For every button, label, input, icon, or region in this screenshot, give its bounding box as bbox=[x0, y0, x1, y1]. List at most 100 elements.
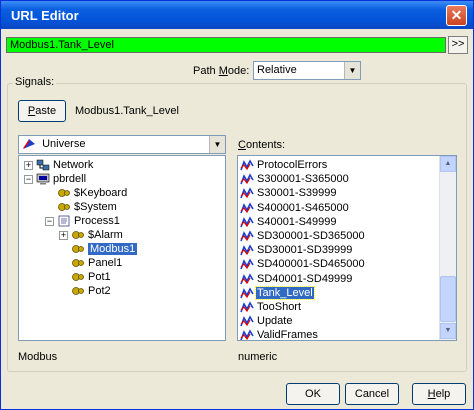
contents-item[interactable]: SD400001-SD465000 bbox=[240, 257, 366, 271]
signals-group-label: Signals: bbox=[13, 76, 57, 88]
signal-icon bbox=[240, 202, 254, 214]
contents-item-label: SD400001-SD465000 bbox=[257, 258, 365, 271]
signal-icon bbox=[240, 244, 254, 256]
gear-icon bbox=[57, 187, 71, 199]
title-bar[interactable]: URL Editor ✕ bbox=[1, 1, 473, 29]
contents-item-label: SD30001-SD39999 bbox=[257, 244, 353, 257]
help-button[interactable]: Help bbox=[412, 383, 466, 405]
contents-item-label: Update bbox=[257, 315, 293, 328]
tree-item-label: $Keyboard bbox=[74, 187, 128, 199]
contents-item[interactable]: S30001-S39999 bbox=[240, 186, 338, 200]
collapse-icon[interactable]: − bbox=[24, 175, 33, 184]
ok-button[interactable]: OK bbox=[286, 383, 340, 405]
contents-status: numeric bbox=[238, 351, 278, 363]
tree-item-pbrdell[interactable]: pbrdell bbox=[36, 172, 86, 186]
contents-item[interactable]: S400001-S465000 bbox=[240, 201, 350, 215]
tree-item-modbus1[interactable]: Modbus1 bbox=[71, 242, 138, 256]
cancel-button[interactable]: Cancel bbox=[345, 383, 399, 405]
path-mode-label: Path Mode: bbox=[193, 65, 250, 77]
contents-item-label: S30001-S39999 bbox=[257, 187, 337, 200]
tree-item-label: Network bbox=[53, 159, 94, 171]
tree-item-label: pbrdell bbox=[53, 173, 87, 185]
signal-icon bbox=[240, 315, 254, 327]
tree-item-network[interactable]: Network bbox=[36, 158, 93, 172]
chevron-down-icon[interactable]: ▼ bbox=[209, 136, 225, 153]
scroll-thumb[interactable] bbox=[440, 276, 456, 322]
contents-item-label: Tank_Level bbox=[255, 285, 315, 300]
tree-item-panel1[interactable]: Panel1 bbox=[71, 256, 122, 270]
tree-item-label: Modbus1 bbox=[88, 243, 138, 255]
tree-item-label: Process1 bbox=[74, 215, 120, 227]
signal-icon bbox=[240, 187, 254, 199]
universe-value: Universe bbox=[42, 138, 86, 150]
tree-item-pot2[interactable]: Pot2 bbox=[71, 284, 111, 298]
tree-item-label: $System bbox=[74, 201, 117, 213]
expand-icon[interactable]: + bbox=[24, 161, 33, 170]
tree-item-pot1[interactable]: Pot1 bbox=[71, 270, 111, 284]
contents-item-label: SD40001-SD49999 bbox=[257, 272, 353, 285]
current-signal: Modbus1.Tank_Level bbox=[75, 105, 179, 117]
contents-item-label: ProtocolErrors bbox=[257, 159, 328, 171]
contents-item[interactable]: ValidFrames bbox=[240, 328, 319, 341]
signal-icon bbox=[240, 230, 254, 242]
gear-icon bbox=[71, 229, 85, 241]
contents-item-label: S400001-S465000 bbox=[257, 201, 349, 214]
signal-icon bbox=[240, 301, 254, 313]
gear-icon bbox=[71, 271, 85, 283]
contents-list[interactable]: ProtocolErrors S300001-S365000 S30001-S399… bbox=[237, 155, 457, 341]
contents-item[interactable]: Tank_Level bbox=[240, 285, 315, 300]
signal-icon bbox=[240, 216, 254, 228]
computer-icon bbox=[36, 173, 50, 185]
signal-icon bbox=[240, 287, 254, 299]
gear-icon bbox=[71, 285, 85, 297]
contents-label: Contents: bbox=[238, 139, 286, 151]
tree-item-label: Pot2 bbox=[88, 285, 111, 297]
tree-item-alarm[interactable]: $Alarm bbox=[71, 228, 123, 242]
contents-item-label: TooShort bbox=[257, 301, 302, 313]
contents-item[interactable]: S300001-S365000 bbox=[240, 172, 350, 186]
contents-item[interactable]: Update bbox=[240, 314, 293, 328]
tree-item-system[interactable]: $System bbox=[57, 200, 117, 214]
window-title: URL Editor bbox=[11, 8, 79, 23]
contents-item[interactable]: S40001-S49999 bbox=[240, 215, 338, 229]
process-icon bbox=[57, 215, 71, 227]
contents-item[interactable]: SD30001-SD39999 bbox=[240, 243, 353, 257]
scroll-down-icon[interactable]: ▼ bbox=[440, 323, 456, 339]
tree-item-keyboard[interactable]: $Keyboard bbox=[57, 186, 127, 200]
network-icon bbox=[36, 159, 50, 171]
path-mode-select[interactable]: Relative ▼ bbox=[253, 61, 361, 80]
contents-item-label: S40001-S49999 bbox=[257, 215, 337, 228]
url-input[interactable]: Modbus1.Tank_Level bbox=[6, 37, 446, 53]
universe-select[interactable]: Universe ▼ bbox=[18, 135, 226, 154]
tree-item-process1[interactable]: Process1 bbox=[57, 214, 120, 228]
contents-item[interactable]: TooShort bbox=[240, 300, 302, 314]
signal-icon bbox=[240, 173, 254, 185]
gear-icon bbox=[57, 201, 71, 213]
contents-item[interactable]: SD300001-SD365000 bbox=[240, 229, 366, 243]
contents-item-label: S300001-S365000 bbox=[257, 173, 349, 186]
chevron-down-icon[interactable]: ▼ bbox=[344, 62, 360, 79]
contents-item[interactable]: ProtocolErrors bbox=[240, 158, 328, 172]
tree-status: Modbus bbox=[18, 351, 58, 363]
signal-tree[interactable]: + Network − pbrdell $Keyboard $System − bbox=[18, 155, 226, 341]
scroll-up-icon[interactable]: ▲ bbox=[440, 156, 456, 172]
paste-button[interactable]: Paste bbox=[18, 100, 66, 122]
universe-icon bbox=[22, 138, 36, 150]
collapse-icon[interactable]: − bbox=[45, 217, 54, 226]
gear-icon bbox=[71, 243, 85, 255]
expand-icon[interactable]: + bbox=[59, 231, 68, 240]
contents-item-label: SD300001-SD365000 bbox=[257, 230, 365, 242]
url-editor-window: URL Editor ✕ Modbus1.Tank_Level >> Path … bbox=[0, 0, 474, 410]
signal-icon bbox=[240, 273, 254, 285]
tree-item-label: $Alarm bbox=[88, 229, 123, 241]
contents-scrollbar[interactable]: ▲ ▼ bbox=[439, 156, 456, 340]
path-mode-value: Relative bbox=[257, 64, 297, 76]
tree-item-label: Panel1 bbox=[88, 257, 123, 269]
signal-icon bbox=[240, 258, 254, 270]
close-button[interactable]: ✕ bbox=[446, 5, 467, 26]
gear-icon bbox=[71, 257, 85, 269]
contents-item-label: ValidFrames bbox=[257, 329, 318, 341]
browse-more-button[interactable]: >> bbox=[448, 36, 468, 54]
tree-item-label: Pot1 bbox=[88, 271, 111, 283]
contents-item[interactable]: SD40001-SD49999 bbox=[240, 272, 353, 286]
